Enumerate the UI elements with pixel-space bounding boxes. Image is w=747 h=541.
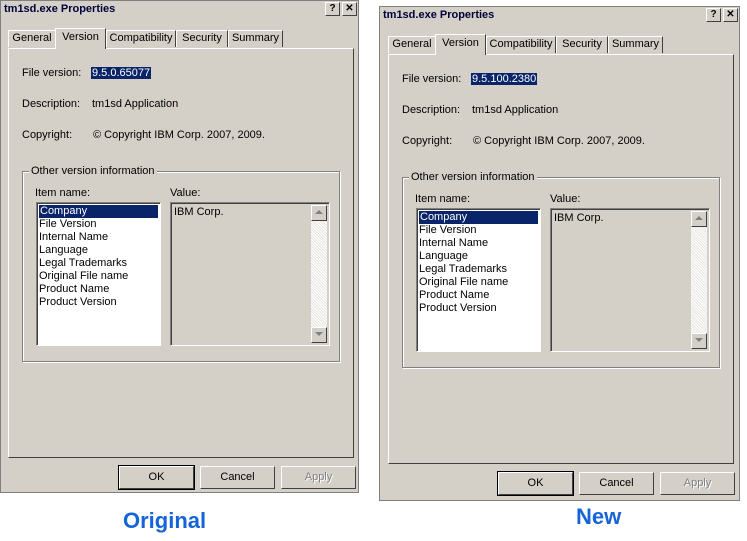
value-scrollbar[interactable] xyxy=(691,211,707,349)
properties-dialog-original: tm1sd.exe Properties ? ✕ General Version… xyxy=(0,0,359,493)
tab-security[interactable]: Security xyxy=(556,36,608,53)
list-item-internal-name[interactable]: Internal Name xyxy=(417,237,540,250)
title-bar: tm1sd.exe Properties ? ✕ xyxy=(380,7,739,24)
value-label: Value: xyxy=(550,193,581,205)
list-item-original-file-name[interactable]: Original File name xyxy=(417,276,540,289)
ok-button[interactable]: OK xyxy=(118,465,195,490)
list-item-internal-name[interactable]: Internal Name xyxy=(37,231,160,244)
ok-button[interactable]: OK xyxy=(497,471,574,496)
item-name-label: Item name: xyxy=(35,187,91,199)
close-button[interactable]: ✕ xyxy=(342,2,357,16)
arrow-down-icon xyxy=(315,332,323,336)
list-item-file-version[interactable]: File Version xyxy=(417,224,540,237)
caption-original: Original xyxy=(123,508,207,533)
help-button[interactable]: ? xyxy=(706,8,721,22)
list-item-product-version[interactable]: Product Version xyxy=(37,296,160,309)
arrow-up-icon xyxy=(695,216,703,220)
list-item-language[interactable]: Language xyxy=(417,250,540,263)
list-item-original-file-name[interactable]: Original File name xyxy=(37,270,160,283)
cancel-button[interactable]: Cancel xyxy=(200,466,275,489)
file-version-value[interactable]: 9.5.100.2380 xyxy=(471,73,538,85)
tab-compatibility[interactable]: Compatibility xyxy=(486,36,556,53)
list-item-product-version[interactable]: Product Version xyxy=(417,302,540,315)
close-icon: ✕ xyxy=(345,3,354,14)
list-item-product-name[interactable]: Product Name xyxy=(37,283,160,296)
help-button[interactable]: ? xyxy=(325,2,340,16)
scroll-up-button[interactable] xyxy=(311,205,327,221)
other-version-info-group: Other version information Item name: Val… xyxy=(22,165,340,362)
list-item-file-version[interactable]: File Version xyxy=(37,218,160,231)
caption-new: New xyxy=(576,504,622,529)
tab-general[interactable]: General xyxy=(8,30,56,47)
description-value: tm1sd Application xyxy=(92,98,179,110)
list-item-language[interactable]: Language xyxy=(37,244,160,257)
value-scrollbar[interactable] xyxy=(311,205,327,343)
value-text: IBM Corp. xyxy=(174,206,224,218)
value-box[interactable]: IBM Corp. xyxy=(170,202,330,346)
group-title: Other version information xyxy=(29,165,157,177)
description-value: tm1sd Application xyxy=(472,104,559,116)
tab-version[interactable]: Version xyxy=(435,34,486,55)
list-item-company[interactable]: Company xyxy=(39,205,158,218)
tab-version[interactable]: Version xyxy=(55,28,106,49)
close-icon: ✕ xyxy=(726,9,735,20)
file-version-label: File version: xyxy=(402,73,462,85)
arrow-up-icon xyxy=(315,210,323,214)
file-version-label: File version: xyxy=(22,67,82,79)
list-item-legal-trademarks[interactable]: Legal Trademarks xyxy=(417,263,540,276)
title-bar: tm1sd.exe Properties ? ✕ xyxy=(1,1,358,18)
value-box[interactable]: IBM Corp. xyxy=(550,208,710,352)
value-label: Value: xyxy=(170,187,201,199)
cancel-button[interactable]: Cancel xyxy=(579,472,654,495)
arrow-down-icon xyxy=(695,338,703,342)
value-text: IBM Corp. xyxy=(554,212,604,224)
tab-general[interactable]: General xyxy=(388,36,436,53)
item-name-list[interactable]: Company File Version Internal Name Langu… xyxy=(36,202,161,346)
version-tab-panel: File version: 9.5.0.65077 Description: t… xyxy=(8,48,354,458)
list-item-company[interactable]: Company xyxy=(419,211,538,224)
version-tab-panel: File version: 9.5.100.2380 Description: … xyxy=(388,54,734,464)
copyright-label: Copyright: xyxy=(402,135,453,147)
properties-dialog-new: tm1sd.exe Properties ? ✕ General Version… xyxy=(379,6,740,501)
tab-summary[interactable]: Summary xyxy=(608,36,663,53)
file-version-value[interactable]: 9.5.0.65077 xyxy=(91,67,152,79)
window-title: tm1sd.exe Properties xyxy=(383,9,495,21)
item-name-list[interactable]: Company File Version Internal Name Langu… xyxy=(416,208,541,352)
other-version-info-group: Other version information Item name: Val… xyxy=(402,171,720,368)
scroll-up-button[interactable] xyxy=(691,211,707,227)
apply-button[interactable]: Apply xyxy=(660,472,735,495)
copyright-label: Copyright: xyxy=(22,129,73,141)
copyright-value: © Copyright IBM Corp. 2007, 2009. xyxy=(473,135,645,147)
tab-security[interactable]: Security xyxy=(176,30,228,47)
tab-compatibility[interactable]: Compatibility xyxy=(106,30,176,47)
scroll-down-button[interactable] xyxy=(691,333,707,349)
description-label: Description: xyxy=(402,104,461,116)
copyright-value: © Copyright IBM Corp. 2007, 2009. xyxy=(93,129,265,141)
close-button[interactable]: ✕ xyxy=(723,8,738,22)
window-title: tm1sd.exe Properties xyxy=(4,3,116,15)
list-item-product-name[interactable]: Product Name xyxy=(417,289,540,302)
item-name-label: Item name: xyxy=(415,193,471,205)
scroll-down-button[interactable] xyxy=(311,327,327,343)
list-item-legal-trademarks[interactable]: Legal Trademarks xyxy=(37,257,160,270)
description-label: Description: xyxy=(22,98,81,110)
group-title: Other version information xyxy=(409,171,537,183)
tab-summary[interactable]: Summary xyxy=(228,30,283,47)
apply-button[interactable]: Apply xyxy=(281,466,356,489)
